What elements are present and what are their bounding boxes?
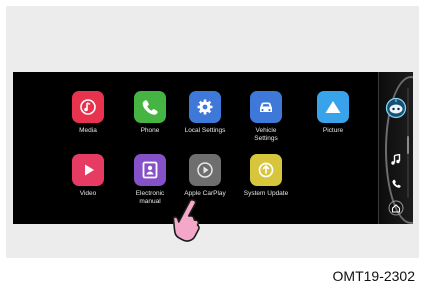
infotainment-screen: Media Phone Local Settings Vehicle Setti…: [13, 72, 413, 224]
app-media[interactable]: Media: [53, 91, 123, 135]
carplay-icon: [189, 154, 221, 186]
app-picture[interactable]: Picture: [298, 91, 368, 135]
robot-assistant-icon[interactable]: [379, 96, 413, 120]
app-label: System Update: [243, 190, 289, 197]
app-vehicle-settings[interactable]: Vehicle Settings: [231, 91, 301, 143]
phone-icon[interactable]: [379, 178, 413, 189]
app-label: Vehicle Settings: [254, 127, 278, 142]
play-icon: [72, 154, 104, 186]
figure-code: OMT19-2302: [332, 268, 415, 284]
music-note-icon: [72, 91, 104, 123]
car-icon: [250, 91, 282, 123]
app-video[interactable]: Video: [53, 154, 123, 198]
hand-pointer-icon: [168, 195, 204, 243]
manual-icon: [134, 154, 166, 186]
gear-icon: [189, 91, 221, 123]
scrollbar-thumb[interactable]: [407, 136, 409, 154]
app-system-update[interactable]: System Update: [231, 154, 301, 198]
app-label: Picture: [322, 127, 344, 134]
home-icon[interactable]: [379, 200, 413, 216]
app-local-settings[interactable]: Local Settings: [170, 91, 240, 135]
sidebar: [378, 72, 413, 224]
music-note-icon[interactable]: [379, 154, 413, 166]
app-label: Media: [79, 127, 97, 134]
update-icon: [250, 154, 282, 186]
phone-icon: [134, 91, 166, 123]
app-label: Video: [79, 190, 97, 197]
app-apple-carplay[interactable]: Apple CarPlay: [170, 154, 240, 198]
app-label: Local Settings: [184, 127, 226, 134]
mountain-icon: [317, 91, 349, 123]
